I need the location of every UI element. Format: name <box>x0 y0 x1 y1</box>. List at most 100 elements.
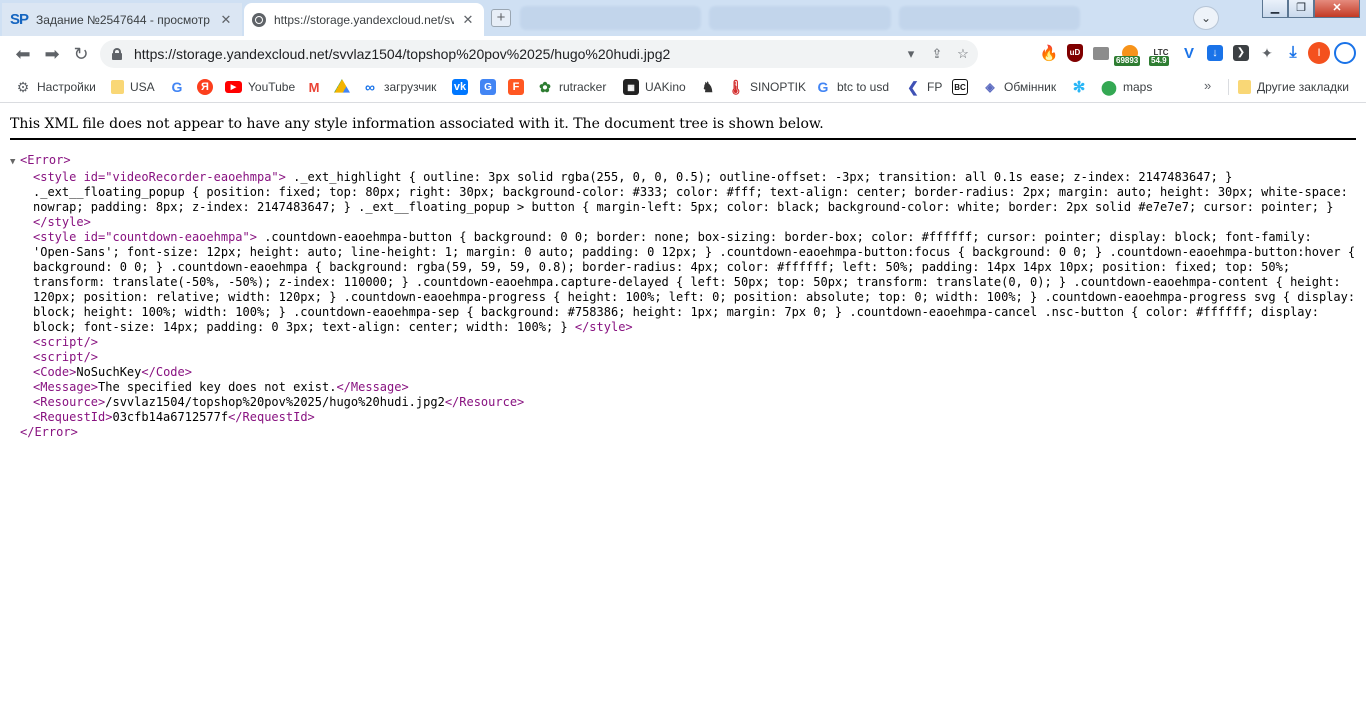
thermometer-icon: 🌡 <box>727 78 745 95</box>
xml-tag: <script/> <box>33 350 99 364</box>
xml-style-element-1: <style id="videoRecorder-eaoehmpa"> ._ex… <box>10 170 1360 230</box>
exchange-icon: ◈ <box>985 80 995 94</box>
bookmarks-divider <box>1228 79 1229 95</box>
xml-root-open-line: ▼ <Error> <box>10 153 1360 170</box>
sp-favicon-icon: SP <box>10 11 29 28</box>
btc-price-badge: 69893 <box>1114 56 1141 66</box>
puzzle-extensions-icon[interactable]: ✦ <box>1256 42 1278 64</box>
v-extension-icon[interactable]: V <box>1178 42 1200 64</box>
avatar[interactable]: I <box>1308 42 1330 64</box>
bookmark-youtube[interactable]: ▶ YouTube <box>225 78 295 96</box>
bookmark-f[interactable]: F <box>508 78 530 96</box>
tab-active-storage[interactable]: https://storage.yandexcloud.net/sv ✕ <box>244 3 484 36</box>
vk-icon: vk <box>452 79 468 95</box>
xml-tag: <script/> <box>33 335 99 349</box>
bookmark-translate[interactable]: G <box>480 78 502 96</box>
close-window-button[interactable]: ✕ <box>1314 0 1360 18</box>
address-bar[interactable]: https://storage.yandexcloud.net/svvlaz15… <box>100 40 978 68</box>
ltc-price-badge: 54.9 <box>1149 56 1169 66</box>
ltc-price-extension-icon[interactable]: LTC 54.9 <box>1148 42 1174 66</box>
xml-message-line: <Message>The specified key does not exis… <box>33 380 409 394</box>
downloads-icon[interactable]: ⤓ <box>1282 42 1304 64</box>
bookmark-settings[interactable]: ⚙ Настройки <box>15 78 96 96</box>
bookmark-usa[interactable]: USA <box>111 78 155 96</box>
folder-icon <box>1238 80 1251 94</box>
bookmark-uakino[interactable]: ▦ UAKino <box>623 78 686 96</box>
youtube-icon: ▶ <box>225 81 242 93</box>
bookmark-sinoptik[interactable]: 🌡 SINOPTIK <box>727 78 806 96</box>
star-icon[interactable]: ☆ <box>952 46 974 62</box>
maps-icon: ⬤ <box>1101 78 1117 95</box>
xml-tag: <style id="countdown-eaoehmpa"> <box>33 230 257 244</box>
f-icon: F <box>508 79 524 95</box>
infinity-icon: ∞ <box>365 79 375 95</box>
translate-icon: G <box>480 79 496 95</box>
briefcase-extension-icon[interactable] <box>1090 42 1112 64</box>
xml-tag: </Error> <box>20 425 78 439</box>
download-helper-extension-icon[interactable]: ↓ <box>1204 42 1226 64</box>
xml-code-line: <Code>NoSuchKey</Code> <box>33 365 192 379</box>
back-button[interactable]: ⬅ <box>12 43 34 65</box>
bookmark-zagruzchik[interactable]: ∞ загрузчик <box>362 78 436 96</box>
tab-search-button[interactable]: ⌄ <box>1193 6 1219 30</box>
bookmark-obminnyk[interactable]: ◈ Обмінник <box>982 78 1056 96</box>
bookmark-yandex[interactable]: Я <box>197 78 219 96</box>
fire-extension-icon[interactable]: 🔥 <box>1038 42 1060 64</box>
bookmarks-overflow-button[interactable]: » <box>1204 78 1211 93</box>
bookmark-snowflake[interactable]: ✻ <box>1071 78 1093 96</box>
error-message-value: The specified key does not exist. <box>98 380 337 394</box>
forward-button[interactable]: ➡ <box>41 43 63 65</box>
xml-tag: </style> <box>574 320 633 334</box>
close-icon[interactable]: ✕ <box>460 12 476 28</box>
bc-icon: BC <box>952 79 968 95</box>
bookmark-vk[interactable]: vk <box>452 78 474 96</box>
tab-zadanie[interactable]: SP Задание №2547644 - просмотр з ✕ <box>2 3 242 36</box>
bookmark-drive[interactable] <box>334 78 356 96</box>
xml-root-close-line: </Error> <box>10 425 1360 440</box>
lock-icon[interactable] <box>112 48 122 60</box>
xml-request-id-line: <RequestId>03cfb14a6712577f</RequestId> <box>33 410 315 424</box>
drive-icon <box>334 79 350 93</box>
new-tab-button[interactable]: + <box>491 9 511 27</box>
ublock-extension-icon[interactable]: uD <box>1064 42 1086 64</box>
url-text[interactable]: https://storage.yandexcloud.net/svvlaz15… <box>134 46 900 62</box>
xml-script-line: <script/> <box>10 350 1360 365</box>
maximize-button[interactable]: ❐ <box>1288 0 1314 18</box>
page-content: This XML file does not appear to have an… <box>0 104 1366 728</box>
bookmark-maps[interactable]: ⬤ maps <box>1101 78 1152 96</box>
bookmark-chess[interactable]: ♞ <box>700 78 722 96</box>
window-controls: ▁ ❐ ✕ <box>1262 0 1360 18</box>
rutracker-icon: ✿ <box>539 78 551 95</box>
google-icon: G <box>171 79 183 95</box>
chrome-menu-icon[interactable] <box>1334 42 1356 64</box>
other-bookmarks-folder[interactable]: Другие закладки <box>1238 78 1349 96</box>
collapse-triangle-icon[interactable]: ▼ <box>10 155 20 170</box>
reload-button[interactable]: ↻ <box>70 43 92 65</box>
uakino-icon: ▦ <box>623 79 639 95</box>
dark-extension-icon[interactable]: ❯ <box>1230 42 1252 64</box>
bookmark-fp[interactable]: ❮ FP <box>905 78 942 96</box>
xml-style-notice: This XML file does not appear to have an… <box>10 116 1356 140</box>
google-icon: G <box>817 79 829 95</box>
bookmark-google[interactable]: G <box>169 78 191 96</box>
minimize-button[interactable]: ▁ <box>1262 0 1288 18</box>
tab-strip: SP Задание №2547644 - просмотр з ✕ https… <box>0 0 1366 36</box>
xml-text: .countdown-eaoehmpa-button { background:… <box>33 230 1356 334</box>
share-icon[interactable]: ⇪ <box>926 46 948 62</box>
knight-icon: ♞ <box>701 78 715 95</box>
background-tabs <box>520 6 1080 30</box>
bookmark-btc-to-usd[interactable]: Gbtc to usd <box>815 78 889 96</box>
extensions-area: 🔥 uD 69893 LTC 54.9 V ↓ ❯ ✦ ⤓ I <box>1038 42 1356 66</box>
dropdown-arrow-icon[interactable]: ▾ <box>900 46 922 62</box>
bookmark-rutracker[interactable]: ✿ rutracker <box>537 78 606 96</box>
btc-price-extension-icon[interactable]: 69893 <box>1114 42 1144 66</box>
folder-icon <box>111 80 124 94</box>
browser-toolbar: ⬅ ➡ ↻ https://storage.yandexcloud.net/sv… <box>0 36 1366 71</box>
xml-resource-line: <Resource>/svvlaz1504/topshop%20pov%2025… <box>33 395 525 409</box>
xml-script-line: <script/> <box>10 335 1360 350</box>
bookmark-gmail[interactable]: M <box>306 78 328 96</box>
xml-tag: <style id="videoRecorder-eaoehmpa"> <box>33 170 286 184</box>
bookmark-bc[interactable]: BC <box>952 78 974 96</box>
error-code-value: NoSuchKey <box>76 365 142 379</box>
close-icon[interactable]: ✕ <box>218 12 234 28</box>
